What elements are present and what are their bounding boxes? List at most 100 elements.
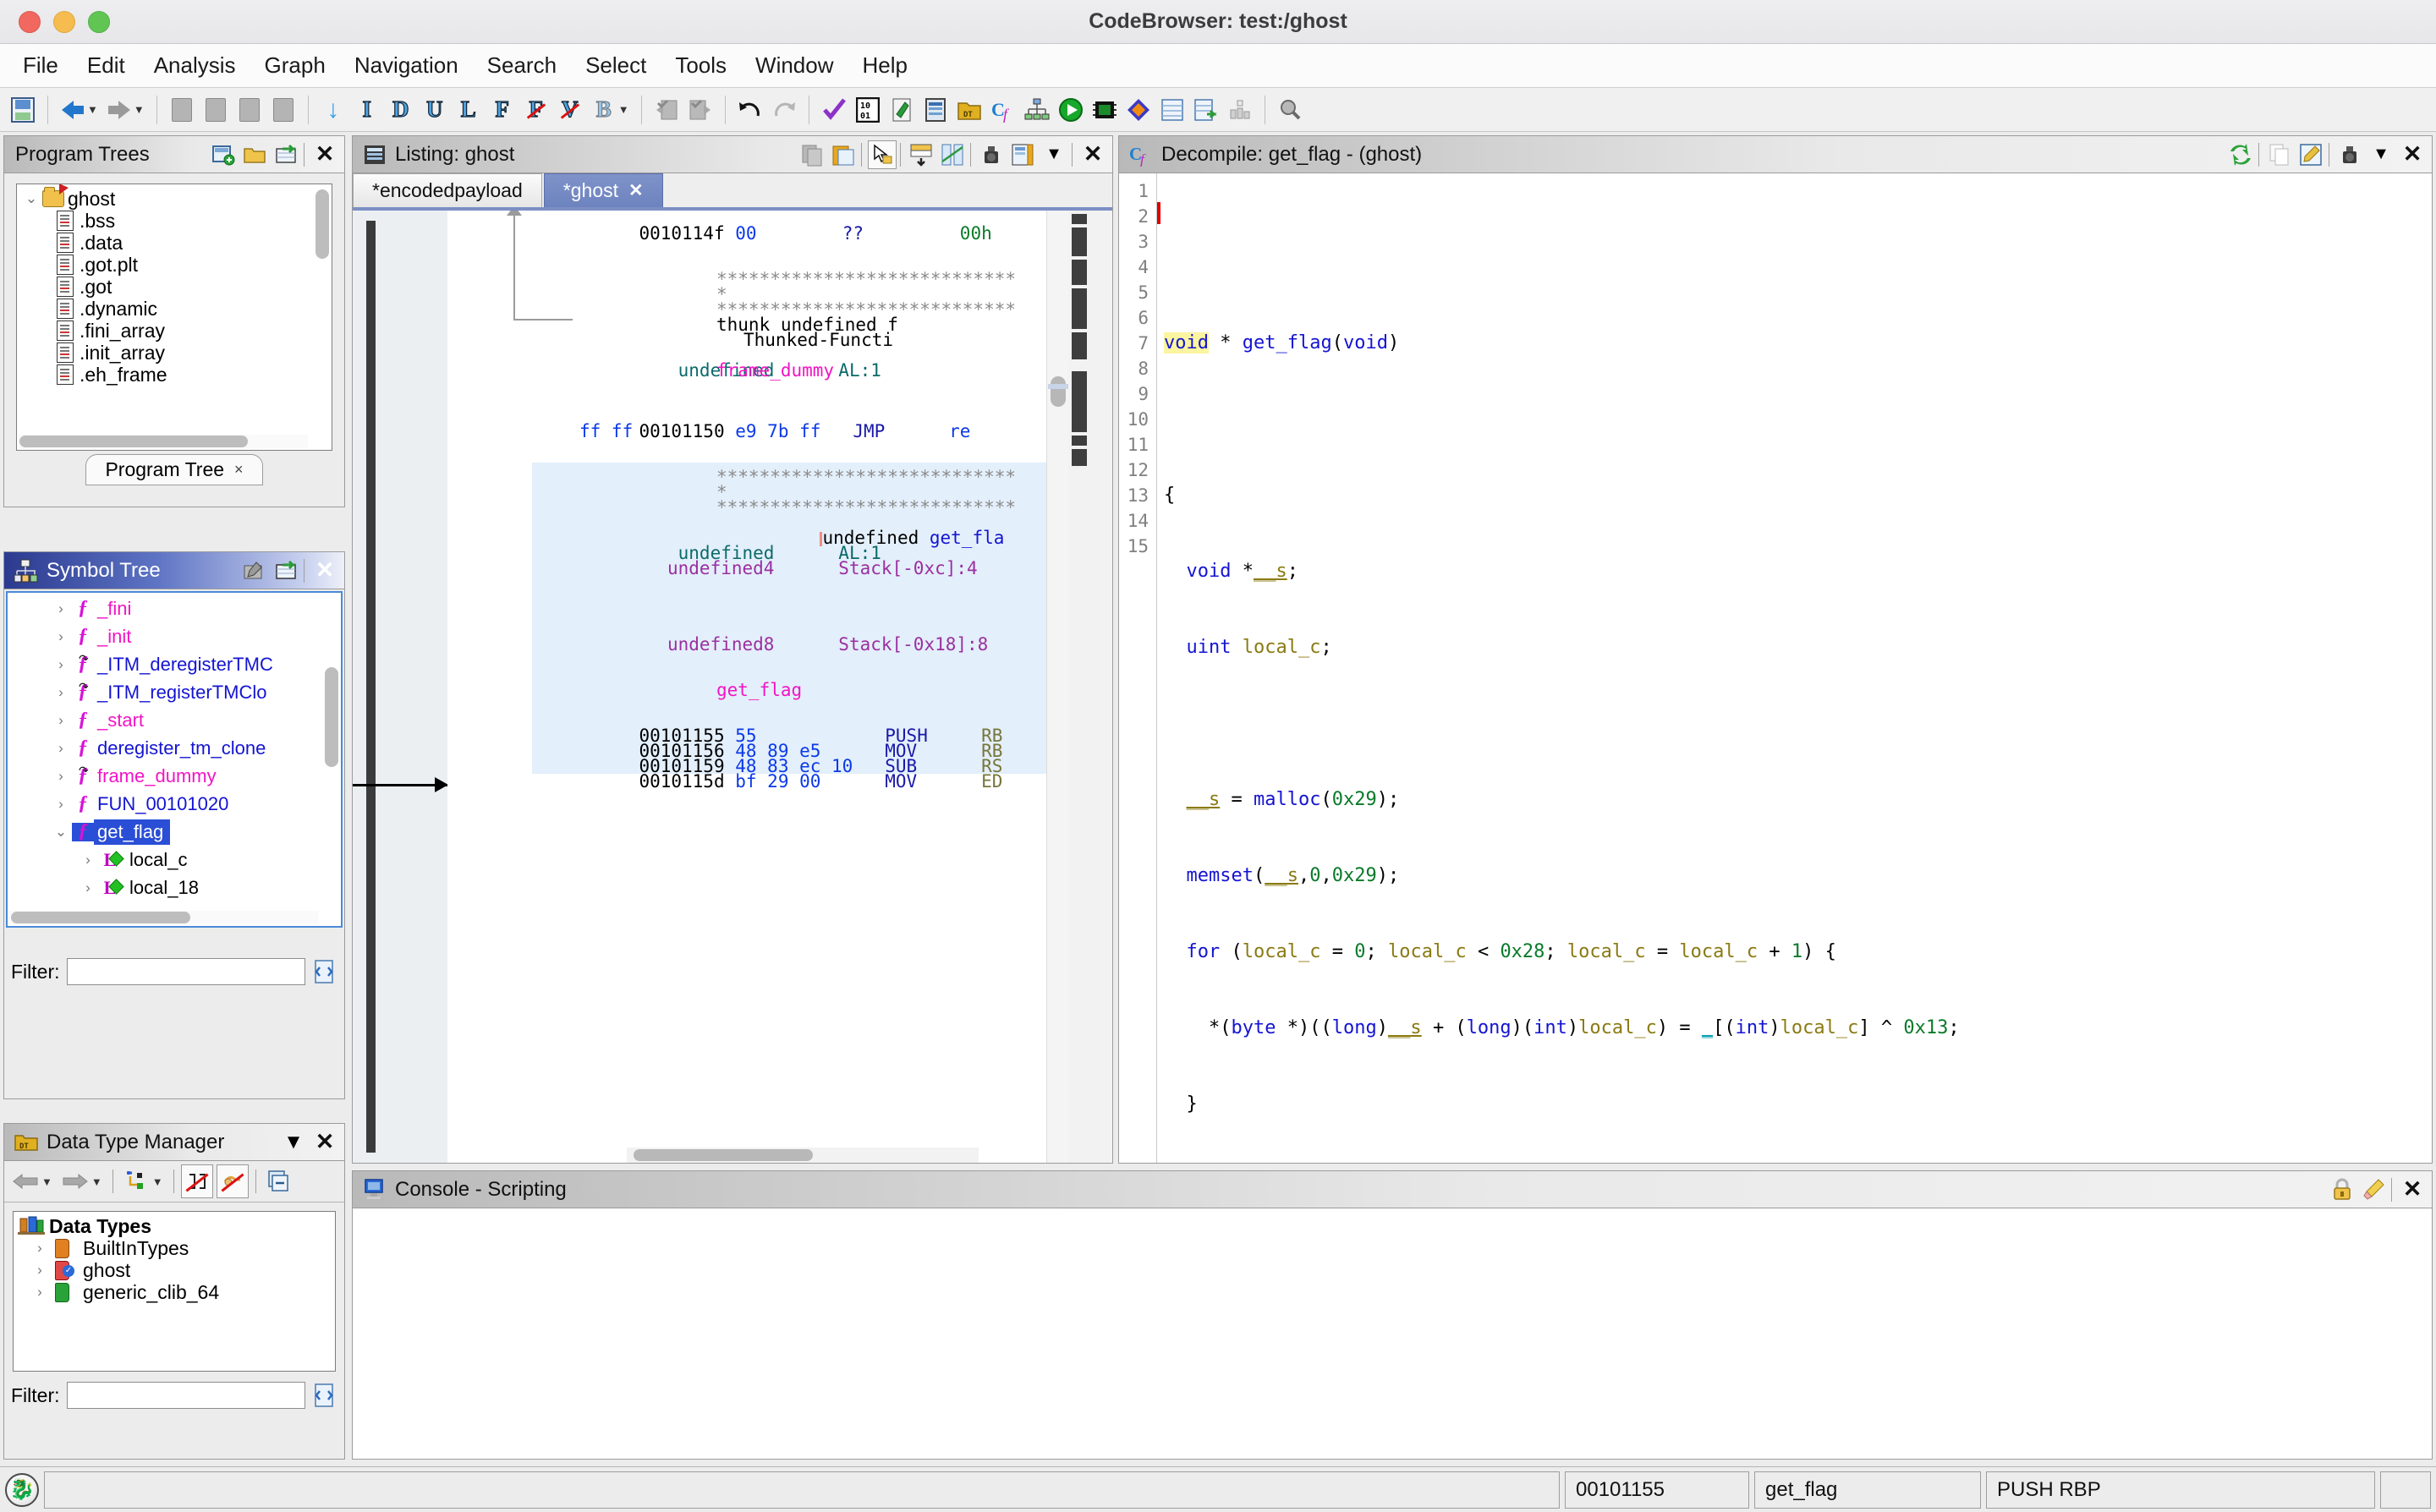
close-icon[interactable]: ✕ [2398, 1175, 2427, 1204]
diff-diamond-icon[interactable] [1122, 93, 1155, 127]
decompile-line[interactable]: __s = malloc(0x29); [1164, 787, 2432, 813]
back-icon[interactable] [57, 93, 89, 127]
tab-program-tree[interactable]: Program Tree × [85, 454, 263, 485]
data-type-filter-input[interactable] [66, 1382, 305, 1409]
next-instruction-icon[interactable]: I [351, 93, 383, 127]
minimize-window-button[interactable] [53, 10, 75, 33]
decompile-token-void[interactable]: void [1164, 332, 1209, 353]
tree-row-fragment[interactable]: .bss [17, 210, 332, 232]
undo-icon[interactable] [734, 93, 766, 127]
tree-row-fragment[interactable]: .data [17, 232, 332, 254]
menu-help[interactable]: Help [848, 49, 922, 82]
close-icon[interactable]: ✕ [310, 1128, 339, 1157]
next-function-icon[interactable] [267, 93, 299, 127]
select-cursor-icon[interactable] [868, 140, 897, 169]
function-graph-icon[interactable] [1021, 93, 1053, 127]
listing-body[interactable]: 0010114f 00 ?? 00h *********************… [353, 211, 1112, 1163]
symbol-row-start[interactable]: › ƒ _start [8, 706, 341, 734]
listing-function-signature[interactable]: undefined get_fla [532, 515, 1046, 547]
filter-options-icon[interactable] [312, 959, 337, 984]
back-icon[interactable] [9, 1164, 41, 1198]
listing-fields-icon[interactable] [1008, 140, 1037, 169]
listing-row[interactable]: 00101155 55 PUSH RB [532, 713, 1046, 745]
snapshot-icon[interactable] [977, 140, 1006, 169]
menu-analysis[interactable]: Analysis [140, 49, 250, 82]
clear-icon[interactable] [2359, 1175, 2388, 1204]
chevron-right-icon[interactable]: › [50, 768, 72, 785]
next-code-unit-icon[interactable] [200, 93, 232, 127]
listing-operand[interactable]: 00h [960, 223, 992, 244]
listing-operand[interactable]: ED [981, 771, 1002, 792]
close-icon[interactable]: ✕ [310, 556, 339, 585]
close-icon[interactable]: ✕ [310, 140, 339, 169]
forward-icon[interactable] [59, 1164, 91, 1198]
symbol-row-fun-00101020[interactable]: › ƒ FUN_00101020 [8, 790, 341, 818]
next-down-arrow-icon[interactable]: ↓ [317, 93, 349, 127]
symbol-tree-vscrollbar[interactable] [324, 594, 339, 909]
listing-label[interactable]: frame_dummy [532, 362, 1046, 380]
symbol-tree-filter-bar[interactable]: Filter: [4, 953, 344, 990]
decompile-line[interactable]: for (local_c = 0; local_c < 0x28; local_… [1164, 940, 2432, 965]
filter-arrays-icon[interactable] [180, 1164, 213, 1198]
listing-variable-row[interactable]: undefined4 Stack[-0xc]:4 [532, 545, 1046, 578]
menu-select[interactable]: Select [571, 49, 661, 82]
tree-row-fragment[interactable]: .got.plt [17, 254, 332, 276]
chevron-right-icon[interactable]: › [29, 1284, 51, 1301]
close-icon[interactable]: ✕ [1078, 140, 1107, 169]
create-folder-icon[interactable] [209, 140, 238, 169]
data-type-manager-toolbar[interactable]: ▼ ▼ ▼ [4, 1161, 344, 1202]
previous-function-icon[interactable] [233, 93, 266, 127]
search-memory-magnifier-icon[interactable] [1274, 93, 1306, 127]
symbol-row-itm-register[interactable]: › ƒ ↷ _ITM_registerTMClo [8, 678, 341, 706]
zoom-window-button[interactable] [88, 10, 110, 33]
listing-row[interactable]: 0010115d bf 29 00 MOV ED [532, 759, 1046, 791]
listing-variable-row[interactable]: undefined8 Stack[-0x18]:8 [532, 622, 1046, 654]
menu-dropdown-icon[interactable]: ▼ [1040, 140, 1068, 169]
edit-icon[interactable] [240, 556, 269, 585]
decompile-line[interactable]: { [1164, 483, 2432, 508]
chevron-right-icon[interactable]: › [50, 684, 72, 701]
listing-mnemonic[interactable]: ?? [842, 223, 864, 244]
tab-encodedpayload[interactable]: *encodedpayload [353, 173, 542, 207]
console-output[interactable] [353, 1208, 2432, 1459]
tree-row-fragment[interactable]: .fini_array [17, 320, 332, 342]
chevron-right-icon[interactable]: › [77, 852, 99, 868]
decompile-body[interactable]: 1 2 3 4 5 6 7 8 9 10 11 12 13 14 15 void [1119, 173, 2432, 1163]
symbol-tree-hscrollbar[interactable] [9, 911, 319, 924]
tab-close-icon[interactable]: ✕ [628, 180, 644, 201]
run-script-play-icon[interactable] [1055, 93, 1087, 127]
next-label-icon[interactable]: L [453, 93, 485, 127]
listing-row[interactable]: 00101159 48 83 ec 10 SUB RS [532, 743, 1046, 775]
menu-window[interactable]: Window [741, 49, 848, 82]
symbol-tree-filter-input[interactable] [66, 958, 305, 985]
listing-address[interactable]: 0010115d [639, 771, 724, 792]
decompile-line[interactable] [1164, 711, 2432, 737]
tree-row-fragment[interactable]: .dynamic [17, 298, 332, 320]
data-type-row-ghost[interactable]: › ✓ ghost [14, 1259, 335, 1281]
chevron-down-icon[interactable]: ⌄ [50, 824, 72, 841]
tree-row-root[interactable]: ⌄ ghost [17, 184, 332, 210]
data-type-filter-bar[interactable]: Filter: [4, 1377, 344, 1414]
menu-tools[interactable]: Tools [661, 49, 741, 82]
forward-icon[interactable] [103, 93, 135, 127]
symbol-row-deregister-tm-clone[interactable]: › ƒ deregister_tm_clone [8, 734, 341, 762]
close-window-button[interactable] [19, 10, 41, 33]
include-data-types-icon[interactable] [120, 1164, 152, 1198]
menu-search[interactable]: Search [473, 49, 571, 82]
forward-dropdown-icon[interactable]: ▼ [91, 1175, 102, 1188]
checkmark-icon[interactable] [818, 93, 850, 127]
include-dropdown-icon[interactable]: ▼ [152, 1175, 163, 1188]
decompiler-icon[interactable]: Cf [987, 93, 1019, 127]
symbol-row-local-c[interactable]: › L local_c [8, 846, 341, 874]
refresh-icon[interactable] [2226, 140, 2255, 169]
export-icon[interactable] [272, 556, 300, 585]
program-tree-tabrow[interactable]: Program Tree × [4, 451, 344, 485]
tree-row-fragment[interactable]: .eh_frame [17, 364, 332, 386]
memory-map-icon[interactable]: 10 01 [852, 93, 884, 127]
symbol-row-init[interactable]: › ƒ _init [8, 622, 341, 650]
lock-icon[interactable] [2328, 1175, 2356, 1204]
diff-view-icon[interactable] [938, 140, 967, 169]
menu-dropdown-icon[interactable]: ▼ [2367, 140, 2395, 169]
status-function-field[interactable]: get_flag [1754, 1471, 1981, 1509]
snapshot-icon[interactable] [2335, 140, 2364, 169]
